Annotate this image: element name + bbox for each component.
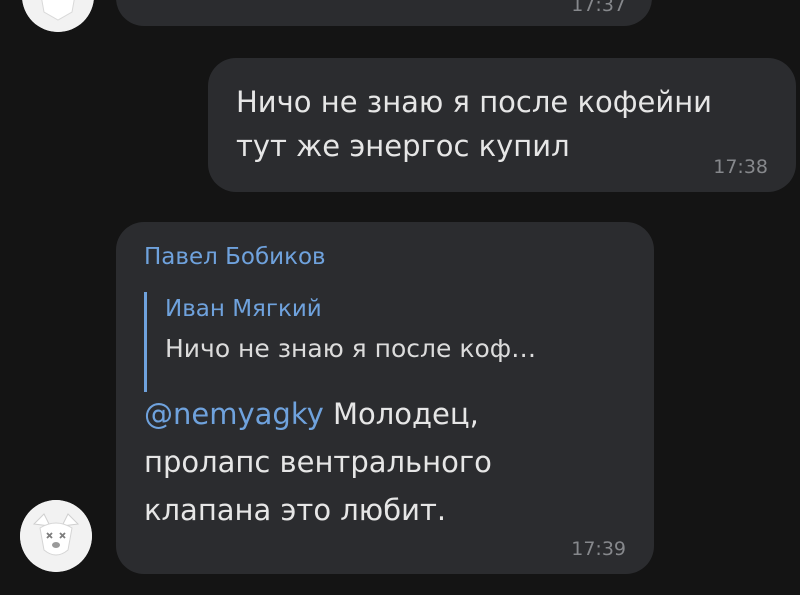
message-bubble-outgoing[interactable]: Ничо не знаю я после кофейни тут же энер… [208, 58, 796, 192]
message-text: Ничо не знаю я после кофейни тут же энер… [236, 85, 713, 163]
reply-author: Иван Мягкий [165, 296, 322, 322]
message-text: @nemyagky Молодец, пролапс вентрального … [144, 390, 614, 534]
message-time: 17:37 [571, 0, 626, 16]
sender-avatar[interactable] [20, 500, 92, 572]
sender-avatar[interactable] [22, 0, 94, 32]
dog-face-avatar-icon [22, 0, 94, 32]
message-time: 17:39 [571, 538, 626, 560]
dog-face-avatar-icon [20, 500, 92, 572]
message-time: 17:38 [713, 156, 768, 178]
message-text-part: Молодец, [323, 397, 479, 431]
message-bubble-incoming[interactable]: Павел Бобиков Иван Мягкий Ничо не знаю я… [116, 222, 654, 574]
reply-quote[interactable]: Иван Мягкий Ничо не знаю я после коф… [144, 292, 614, 392]
chat-view: 17:37 Ничо не знаю я после кофейни тут ж… [0, 0, 800, 595]
message-text-rest: пролапс вентрального клапана это любит. [144, 445, 492, 527]
sender-name[interactable]: Павел Бобиков [144, 244, 326, 270]
message-bubble-previous[interactable]: 17:37 [116, 0, 652, 26]
reply-text: Ничо не знаю я после коф… [165, 334, 537, 363]
mention-link[interactable]: @nemyagky [144, 397, 324, 431]
